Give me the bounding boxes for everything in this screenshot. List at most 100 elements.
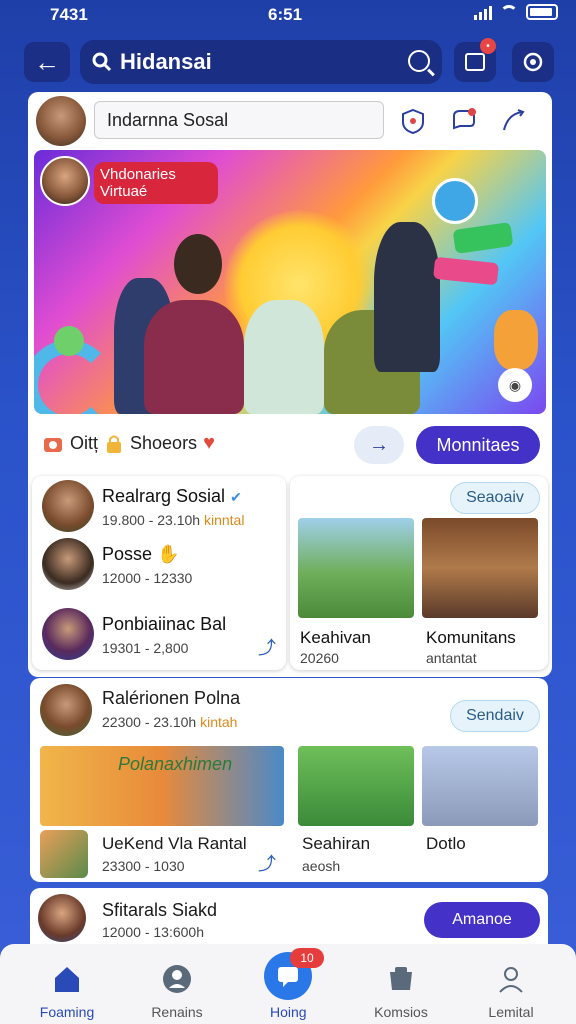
community-photo[interactable] [298,746,414,826]
store-icon [390,967,412,990]
featured-photo[interactable]: Polanaxhimen [40,746,284,826]
lock-icon [107,435,122,453]
character-graphic [54,326,84,356]
list-item[interactable]: Realrarg Sosial ✔ 19.800 - 23.10h kinnta… [38,480,282,534]
battery-icon [526,4,558,20]
list-item-name: Realrarg Sosial ✔ [102,486,242,506]
avatar [42,480,94,532]
photo-caption: Seahiran [302,834,371,853]
verified-icon: ✔ [230,489,242,505]
post-meta: 12000 - 13:600h [102,924,204,940]
composer: Indarnna Sosal [36,96,544,146]
list-item[interactable]: Ponbiaiinac Bal 19301 - 2,800 ⤴ [38,608,282,662]
hand-icon: ✋ [157,544,180,564]
status-time-left: 7431 [50,5,88,24]
chat-bubble-icon[interactable] [448,106,478,136]
banner-label-line2: Virtuaé [100,183,148,200]
settings-button[interactable] [512,42,554,82]
search-bar[interactable]: Hidansai [80,40,442,84]
list-item-meta: 19.800 - 23.10h kinntal [102,512,245,528]
search-title: Hidansai [120,49,212,74]
nav-label: Komsios [374,1004,428,1020]
signal-icon [474,4,492,20]
person-icon [499,967,523,993]
nav-label: Renains [151,1004,203,1020]
person-figure [144,300,244,414]
list-item-meta: 12000 - 12330 [102,570,193,586]
user-circle-icon [163,965,191,993]
search-lens-icon[interactable] [408,50,430,72]
avatar [42,538,94,590]
status-icons [474,4,558,20]
shield-icon[interactable] [398,106,428,136]
follow-button[interactable]: Seaoaiv [450,482,540,514]
nav-label: Lemital [488,1004,534,1020]
hero-banner[interactable]: Vhdonaries Virtuaé ◉ [34,150,546,414]
follow-button[interactable]: Sendaiv [450,700,540,732]
avatar[interactable] [40,684,92,736]
list-item-name: Posse ✋ [102,544,180,564]
nav-item-home[interactable]: Foaming [12,944,122,1024]
back-button[interactable]: ← [24,42,70,82]
post-author: Sfitarals Siakd [102,900,218,920]
avatar[interactable] [36,96,86,146]
photo-caption: Dotlo [426,834,466,853]
person-figure [374,222,440,372]
sticker-graphic [452,222,514,254]
banner-meta-row: Oitț Shoeors ♥ → Monnitaes [36,422,544,468]
nav-label: Foaming [39,1004,95,1020]
badge-graphic [432,178,478,224]
nav-item-profile[interactable]: Renains [122,944,232,1024]
photo-sub: aeosh [302,858,341,874]
top-bar: ← Hidansai • [24,38,554,84]
post-meta: 22300 - 23.10h kintah [102,714,238,730]
thumbnail[interactable] [40,830,88,878]
play-button[interactable]: ◉ [498,368,532,402]
list-item-meta: 19301 - 2,800 [102,640,189,656]
nav-label: Hoing [270,1004,307,1020]
person-figure [174,234,222,294]
featured-photo-meta: 23300 - 1030 [102,858,185,874]
nav-item-account[interactable]: Lemital [456,944,566,1024]
forward-button[interactable]: → [354,426,404,464]
main-feed-card: Indarnna Sosal Vhdonaries Virtuaé ◉ Oitț… [28,92,552,677]
avatar [42,608,94,660]
nav-item-communities[interactable]: Komsios [346,944,456,1024]
action-button[interactable]: Amanoe [424,902,540,938]
avatar[interactable] [38,894,86,942]
list-item[interactable]: Posse ✋ 12000 - 12330 [38,538,282,592]
nav-badge: 10 [290,948,324,968]
people-list-card: Realrarg Sosial ✔ 19.800 - 23.10h kinnta… [32,476,286,670]
share-curve-icon[interactable] [498,106,528,136]
featured-photo-caption: UeKend Vla Rantal [102,834,247,853]
photo-caption: Komunitans [426,628,516,647]
status-time-center: 6:51 [268,5,303,24]
camera-icon [44,437,62,452]
photo-grid-card: Seaoaiv Keahivan 20260 Komunitans antant… [290,476,548,670]
gear-icon [523,52,543,72]
featured-photo-title: Polanaxhimen [118,754,233,774]
play-icon: ◉ [508,376,522,393]
community-photo[interactable] [298,518,414,618]
home-icon [55,967,79,992]
banner-label: Vhdonaries Virtuaé [94,162,218,204]
share-icon[interactable]: ⤴ [258,634,276,660]
primary-action-button[interactable]: Monnitaes [416,426,540,464]
banner-avatar[interactable] [40,156,90,206]
composer-input[interactable]: Indarnna Sosal [94,101,384,139]
post-card: Ralérionen Polna 22300 - 23.10h kintah S… [30,678,548,882]
wifi-icon [500,5,518,19]
photo-caption: Keahivan [300,628,371,647]
community-photo[interactable] [422,518,538,618]
heart-icon[interactable]: ♥ [203,432,215,455]
search-icon [92,52,112,72]
person-figure [244,300,324,414]
meta-label-2: Shoeors [130,433,198,453]
share-icon[interactable]: ⤴ [258,850,276,876]
notifications-button[interactable]: • [454,38,496,82]
photo-sub: 20260 [300,650,339,666]
community-photo[interactable] [422,746,538,826]
meta-label-1: Oitț [70,433,99,453]
message-square-icon [465,53,485,71]
arrow-left-icon: ← [34,46,60,77]
